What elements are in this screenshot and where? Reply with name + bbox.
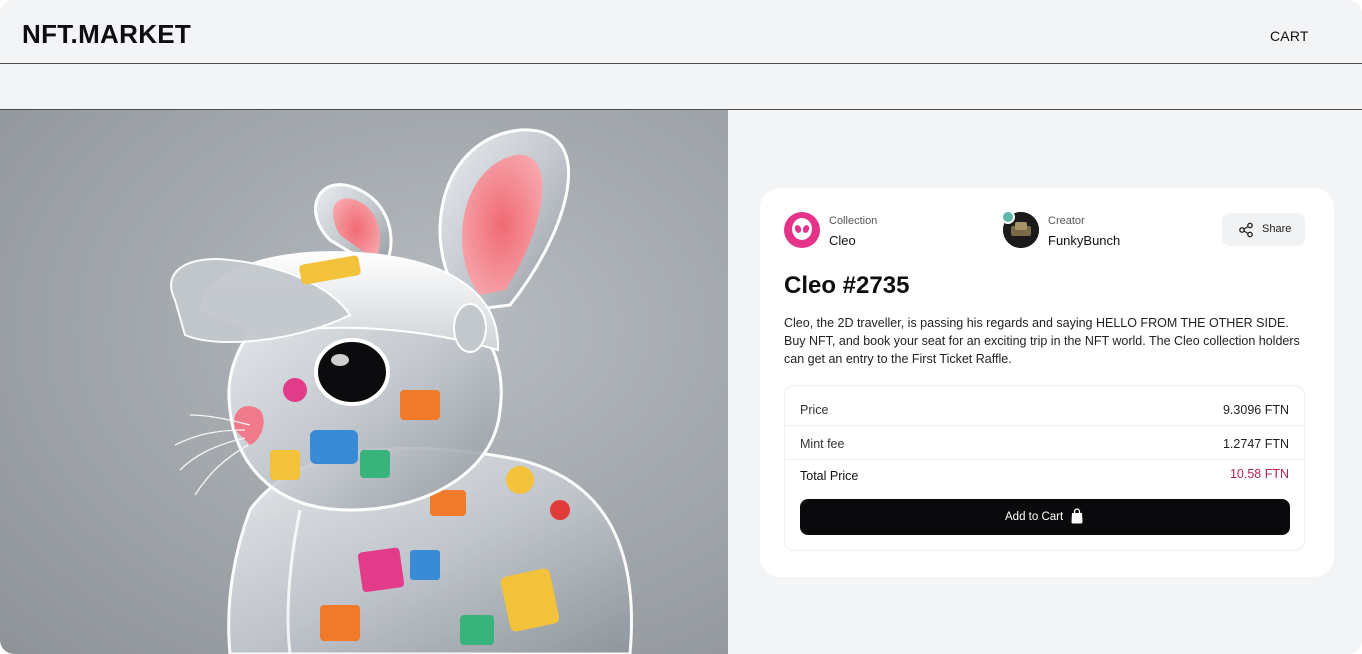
price-label: Price (800, 403, 829, 417)
nft-title: Cleo #2735 (784, 272, 910, 299)
total-price-value: 10.58 FTN (1229, 467, 1289, 481)
share-icon (1239, 222, 1253, 238)
price-row: Price 9.3096 FTN (785, 392, 1304, 426)
share-button[interactable]: Share (1222, 213, 1305, 246)
add-to-cart-label: Add to Cart (1005, 511, 1064, 523)
creator-info[interactable]: Creator FunkyBunch (1001, 210, 1203, 252)
secondary-bar (0, 64, 1362, 110)
collection-avatar (784, 212, 820, 248)
rabbit-artwork-icon (170, 128, 633, 654)
total-price-label: Total Price (800, 469, 859, 483)
mint-fee-label: Mint fee (800, 437, 845, 451)
creator-label: Creator (1048, 215, 1085, 227)
collection-name[interactable]: Cleo (829, 233, 856, 248)
price-breakdown: Price 9.3096 FTN Mint fee 1.2747 FTN Tot… (784, 385, 1305, 551)
shopping-bag-icon (1071, 508, 1083, 524)
cart-link[interactable]: CART (1270, 28, 1309, 44)
nft-artwork (0, 110, 728, 654)
page-frame: NFT.MARKET CART Collection Cleo Creator … (0, 0, 1362, 654)
price-value: 9.3096 FTN (1222, 403, 1289, 417)
creator-name[interactable]: FunkyBunch (1048, 233, 1120, 248)
collection-info[interactable]: Collection Cleo (784, 212, 984, 252)
nft-description: Cleo, the 2D traveller, is passing his r… (784, 316, 1300, 366)
total-price-row: Total Price 10.58 FTN (785, 460, 1304, 494)
share-label: Share (1262, 223, 1292, 235)
mint-fee-row: Mint fee 1.2747 FTN (785, 426, 1304, 460)
collection-label: Collection (829, 215, 878, 227)
add-to-cart-button[interactable]: Add to Cart (800, 499, 1290, 535)
top-navigation: NFT.MARKET CART (0, 0, 1362, 64)
nft-detail-card: Collection Cleo Creator FunkyBunch Share… (760, 188, 1334, 577)
verified-badge-icon (1001, 210, 1015, 224)
mint-fee-value: 1.2747 FTN (1222, 437, 1289, 451)
alien-icon (792, 218, 812, 240)
site-logo[interactable]: NFT.MARKET (22, 19, 191, 50)
